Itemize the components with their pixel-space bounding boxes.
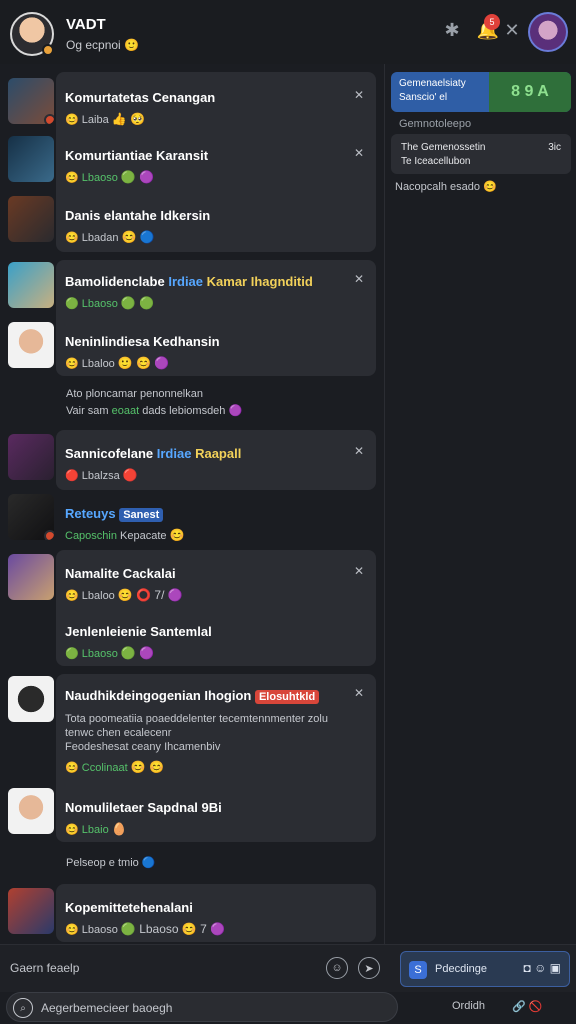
attach-label: Pdecdinge bbox=[435, 963, 487, 975]
info-card[interactable]: The Gemenossetin 3ic Te Iceacellubon bbox=[391, 134, 571, 174]
stats-pill[interactable]: Gemenaelsiaty Sanscio' el 8 9 A bbox=[391, 72, 571, 112]
item-body: Tota poomeatiia poaeddelenter tecemtennm… bbox=[65, 713, 328, 753]
compose-input[interactable]: Gaern feaelp bbox=[10, 961, 79, 975]
send-icon[interactable]: ➤ bbox=[358, 957, 380, 979]
loose-text: Pelseop e tmio 🔵 bbox=[66, 857, 156, 869]
app-title: VADT bbox=[66, 16, 106, 33]
list-item[interactable]: Sannicofelane Irdiae Raapall 🔴 Lbalzsa 🔴… bbox=[8, 434, 376, 494]
item-meta: 🔴 Lbalzsa 🔴 bbox=[65, 468, 138, 482]
section-label: Gemnotoleepo bbox=[399, 118, 472, 130]
list-item[interactable]: Komurtatetas Cenangan 😊 Laiba 👍 🥺 ✕ bbox=[8, 78, 376, 138]
search-input[interactable]: Aegerbemecieer baoegh bbox=[41, 1001, 172, 1015]
compose-bar: Gaern feaelp ☺ ➤ S Pdecdinge ◘ ☺ ▣ bbox=[0, 944, 576, 992]
item-title: Sannicofelane Irdiae Raapall bbox=[65, 446, 242, 461]
loose-text: Vair sam eoaat dads lebiomsdeh 🟣 bbox=[66, 405, 243, 417]
item-title: Komurtiantiae Karansit bbox=[65, 148, 209, 163]
item-thumbnail bbox=[8, 136, 54, 182]
list-item[interactable]: Komurtiantiae Karansit 😊 Lbaoso 🟢 🟣 ✕ bbox=[8, 136, 376, 196]
item-meta: 😊 Lbaio 🥚 bbox=[65, 822, 127, 836]
emoji-icon[interactable]: ☺ bbox=[326, 957, 348, 979]
item-title: Komurtatetas Cenangan bbox=[65, 90, 216, 105]
item-meta: 🟢 Lbaoso 🟢 🟢 bbox=[65, 296, 155, 310]
list-item[interactable]: Naudhikdeingogenian Ihogion Elosuhtkld T… bbox=[8, 676, 376, 776]
info-card-title: The Gemenossetin bbox=[401, 142, 486, 153]
list-item[interactable]: Namalite Cackalai 😊 Lbaloo 😊 ⭕ 7/ 🟣 ✕ bbox=[8, 554, 376, 614]
item-thumbnail bbox=[8, 676, 54, 722]
item-meta: 😊 Lbaloo 🙂 😊 🟣 bbox=[65, 356, 170, 370]
close-icon[interactable]: ✕ bbox=[354, 146, 364, 160]
close-icon[interactable]: ✕ bbox=[354, 272, 364, 286]
item-title: Reteuys Sanest bbox=[65, 506, 164, 522]
notification-badge: 5 bbox=[484, 14, 500, 30]
item-thumbnail bbox=[8, 494, 54, 540]
item-title: Jenlenleienie Santemlal bbox=[65, 624, 212, 639]
list-item[interactable]: Nomuliletaer Sapdnal 9Bi 😊 Lbaio 🥚 bbox=[8, 788, 376, 848]
note-text: Nacopcalh esado 😊 bbox=[395, 181, 497, 193]
item-thumbnail bbox=[8, 788, 54, 834]
search-bar[interactable]: ⌕ Aegerbemecieer baoegh bbox=[6, 992, 398, 1022]
item-thumbnail bbox=[8, 262, 54, 308]
close-icon[interactable]: ✕ bbox=[500, 18, 524, 42]
close-icon[interactable]: ✕ bbox=[354, 564, 364, 578]
app-header: VADT Og ecpnoi 🙂 ✱ 🔔 5 ✕ bbox=[0, 0, 576, 64]
item-meta: 😊 Ccolinaat 😊 😊 bbox=[65, 760, 164, 774]
app-subtitle: Og ecpnoi 🙂 bbox=[66, 38, 139, 52]
feed: Komurtatetas Cenangan 😊 Laiba 👍 🥺 ✕ Komu… bbox=[0, 64, 384, 944]
info-card-sub: Te Iceacellubon bbox=[401, 156, 471, 167]
item-title: Danis elantahe Idkersin bbox=[65, 208, 211, 223]
attach-box[interactable]: S Pdecdinge ◘ ☺ ▣ bbox=[400, 951, 570, 987]
list-item[interactable]: Kopemittetehenalani 😊 Lbaoso 🟢 Lbaoso 😊 … bbox=[8, 888, 376, 948]
attach-icon: S bbox=[409, 961, 427, 979]
attach-tools[interactable]: ◘ ☺ ▣ bbox=[523, 961, 561, 975]
item-thumbnail bbox=[8, 322, 54, 368]
list-item[interactable]: Jenlenleienie Santemlal 🟢 Lbaoso 🟢 🟣 bbox=[8, 612, 376, 672]
item-thumbnail bbox=[8, 888, 54, 934]
list-item[interactable]: Danis elantahe Idkersin 😊 Lbadan 😊 🔵 bbox=[8, 196, 376, 256]
item-meta: 😊 Lbaoso 🟢 🟣 bbox=[65, 170, 155, 184]
footer-action[interactable]: Ordidh bbox=[452, 1000, 485, 1012]
item-meta: 😊 Lbaloo 😊 ⭕ 7/ 🟣 bbox=[65, 588, 183, 602]
list-item[interactable]: Neninlindiesa Kedhansin 😊 Lbaloo 🙂 😊 🟣 bbox=[8, 322, 376, 382]
item-meta: 😊 Lbadan 😊 🔵 bbox=[65, 230, 155, 244]
item-title: Nomuliletaer Sapdnal 9Bi bbox=[65, 800, 222, 815]
footer-icons[interactable]: 🔗 🚫 bbox=[512, 1000, 542, 1013]
info-card-value: 3ic bbox=[548, 142, 561, 153]
item-title: Kopemittetehenalani bbox=[65, 900, 193, 915]
item-thumbnail bbox=[8, 554, 54, 600]
item-thumbnail bbox=[8, 196, 54, 242]
loose-text: Ato ploncamar penonnelkan bbox=[66, 388, 203, 400]
stats-label: Gemenaelsiaty Sanscio' el bbox=[399, 78, 466, 103]
stats-values: 8 9 A bbox=[489, 72, 571, 112]
profile-avatar[interactable] bbox=[528, 12, 568, 52]
item-meta: 🟢 Lbaoso 🟢 🟣 bbox=[65, 646, 155, 660]
star-icon[interactable]: ✱ bbox=[440, 18, 464, 42]
right-panel: Gemenaelsiaty Sanscio' el 8 9 A Gemnotol… bbox=[384, 64, 576, 944]
list-item[interactable]: Reteuys Sanest Caposchin Kepacate 😊 bbox=[8, 494, 376, 554]
item-title: Bamolidenclabe Irdiae Kamar Ihagnditid bbox=[65, 274, 313, 289]
list-item[interactable]: Bamolidenclabe Irdiae Kamar Ihagnditid 🟢… bbox=[8, 262, 376, 322]
item-meta: 😊 Laiba 👍 🥺 bbox=[65, 112, 145, 126]
item-thumbnail bbox=[8, 434, 54, 480]
close-icon[interactable]: ✕ bbox=[354, 444, 364, 458]
search-icon: ⌕ bbox=[13, 998, 33, 1018]
item-title: Naudhikdeingogenian Ihogion Elosuhtkld bbox=[65, 688, 320, 704]
item-thumbnail bbox=[8, 78, 54, 124]
item-title: Namalite Cackalai bbox=[65, 566, 176, 581]
close-icon[interactable]: ✕ bbox=[354, 686, 364, 700]
item-title: Neninlindiesa Kedhansin bbox=[65, 334, 220, 349]
item-meta: Caposchin Kepacate 😊 bbox=[65, 528, 185, 542]
item-meta: 😊 Lbaoso 🟢 Lbaoso 😊 7 🟣 bbox=[65, 922, 226, 936]
status-dot bbox=[42, 44, 54, 56]
close-icon[interactable]: ✕ bbox=[354, 88, 364, 102]
